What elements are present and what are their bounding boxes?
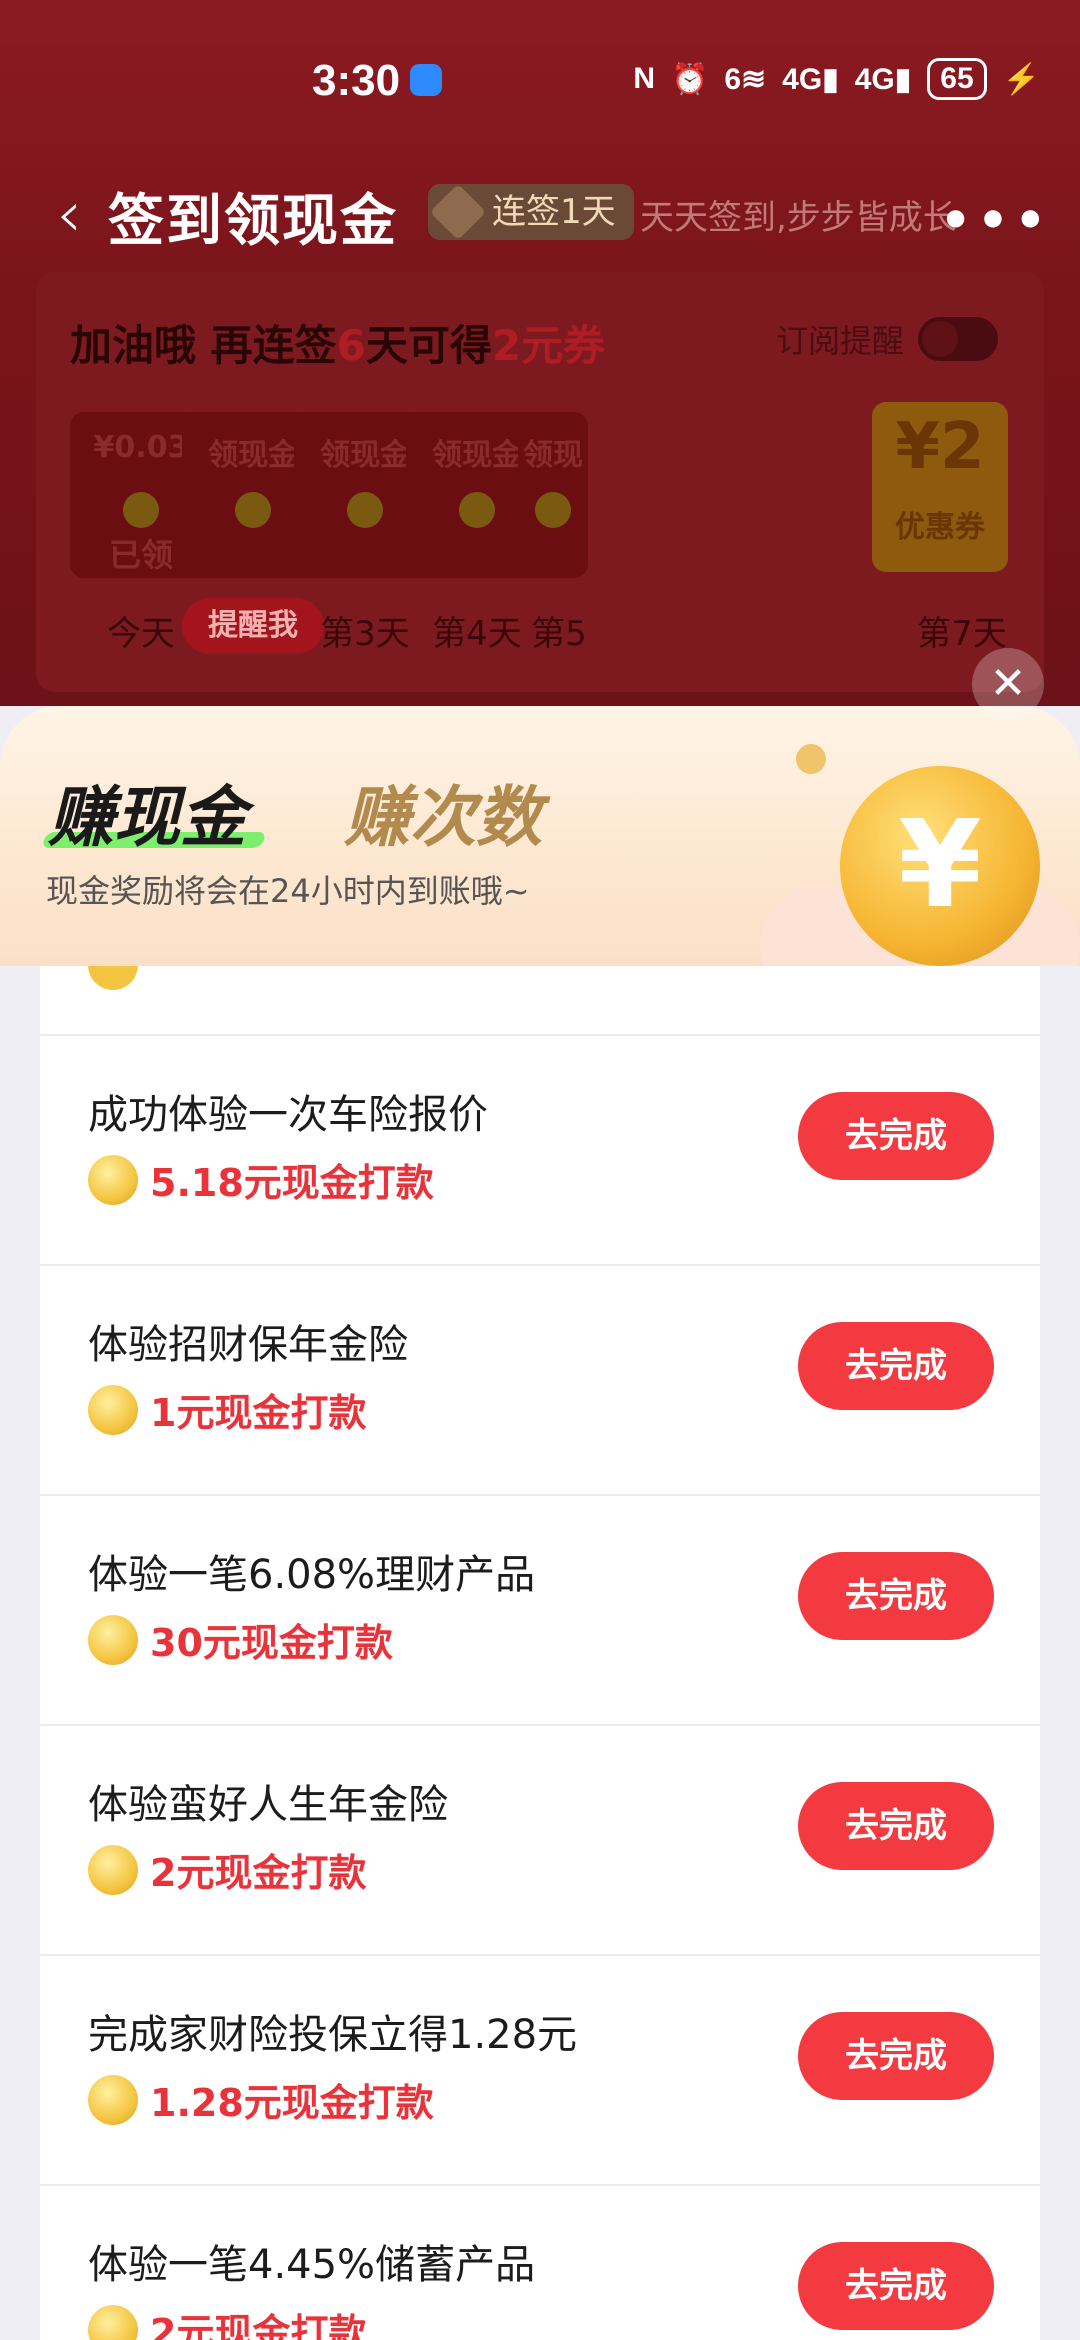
charging-icon: ⚡ [1002, 62, 1040, 96]
coupon-value: ¥2 [895, 410, 985, 484]
slogan: 天天签到,步步皆成长 [640, 198, 957, 238]
task-reward: 2元现金打款 [88, 2302, 366, 2340]
task-row: 成功体验一次车险报价 5.18元现金打款 去完成 [40, 1034, 1040, 1264]
task-title: 体验一笔4.45%储蓄产品 [88, 2242, 536, 2288]
sheet-subtitle: 现金奖励将会在24小时内到账哦~ [46, 872, 530, 910]
status-time: 3:30 [312, 56, 401, 105]
coin-icon [535, 492, 571, 528]
reward-text: 1.28元现金打款 [150, 2081, 434, 2125]
streak-badge-icon [429, 183, 487, 241]
yuan-coin-icon: ¥ [840, 766, 1040, 966]
back-button[interactable]: ‹ [44, 182, 94, 248]
chevron-left-icon: ‹ [56, 178, 82, 252]
background-page: 3:30 N ⏰ 6≋ 4G▮ 4G▮ 65 ⚡ ‹ 签到领现金 连签1天 天天… [0, 0, 1080, 760]
coupon-label: 优惠券 [895, 510, 985, 545]
subscribe-reminder-toggle[interactable] [918, 317, 998, 361]
day-caption-5: 第5 [531, 614, 587, 654]
task-title: 完成家财险投保立得1.28元 [88, 2012, 578, 2058]
coin-icon [88, 2074, 138, 2125]
task-bottom-sheet: 赚现金 赚次数 现金奖励将会在24小时内到账哦~ ¥ 成功体验一次车险报价 5.… [0, 706, 1080, 2340]
reward-text: 1元现金打款 [150, 1391, 367, 1435]
signal-icon-2: 4G▮ [854, 62, 912, 96]
task-row: 体验蛮好人生年金险 2元现金打款 去完成 [40, 1724, 1040, 1954]
task-list: 成功体验一次车险报价 5.18元现金打款 去完成 体验招财保年金险 1元现金打款… [40, 966, 1040, 2340]
task-reward: 5.18元现金打款 [88, 1152, 434, 1207]
sign-headline: 加油哦 再连签6天可得2元券 [70, 312, 605, 373]
signal-icon-1: 4G▮ [782, 62, 839, 96]
close-sheet-button[interactable]: ✕ [972, 648, 1044, 720]
coin-icon [88, 1154, 138, 1205]
go-complete-button[interactable]: 去完成 [798, 1552, 994, 1640]
task-reward: 30元现金打款 [88, 1612, 393, 1667]
task-reward: 1.28元现金打款 [88, 2072, 434, 2127]
wifi-icon: 6≋ [724, 62, 767, 96]
subscribe-reminder-label: 订阅提醒 [775, 322, 904, 360]
page-title: 签到领现金 [108, 189, 398, 254]
battery-icon: 65 [927, 58, 987, 100]
task-row: 体验一笔6.08%理财产品 30元现金打款 去完成 [40, 1494, 1040, 1724]
sign-in-card: 加油哦 再连签6天可得2元券 订阅提醒 ¥0.03 已领 今天 领现金 提醒我 … [36, 272, 1044, 692]
go-complete-button[interactable]: 去完成 [798, 2012, 994, 2100]
streak-label: 连签1天 [492, 192, 616, 232]
coin-icon [347, 492, 383, 528]
reward-text: 5.18元现金打款 [150, 1161, 434, 1205]
go-complete-button[interactable]: 去完成 [798, 2242, 994, 2330]
more-options-button[interactable]: ••• [938, 186, 1050, 256]
tab-earn-times[interactable]: 赚次数 [344, 764, 542, 860]
reward-text: 2元现金打款 [150, 1851, 367, 1895]
close-icon: ✕ [989, 658, 1027, 709]
task-reward: 1元现金打款 [88, 1382, 366, 1437]
task-title: 体验蛮好人生年金险 [88, 1782, 448, 1828]
go-complete-button[interactable]: 去完成 [798, 1782, 994, 1870]
day7-coupon[interactable]: ¥2 优惠券 [872, 402, 1008, 572]
sheet-header: 赚现金 赚次数 现金奖励将会在24小时内到账哦~ ¥ [0, 706, 1080, 966]
reward-text: 30元现金打款 [150, 1621, 393, 1665]
message-notification-icon [410, 64, 442, 96]
day-caption-7: 第7天 [917, 614, 1007, 654]
task-title: 成功体验一次车险报价 [88, 1092, 488, 1138]
coin-icon [88, 2304, 138, 2340]
tab-earn-cash[interactable]: 赚现金 [48, 764, 246, 860]
coin-icon [88, 1384, 138, 1435]
alarm-icon: ⏰ [670, 62, 709, 96]
go-complete-button[interactable]: 去完成 [798, 1092, 994, 1180]
headline-prefix: 加油哦 再连签 [70, 321, 337, 370]
headline-reward: 2元券 [491, 321, 606, 370]
day-card-label: 领现 [523, 438, 583, 473]
day-card-5[interactable]: 领现 [518, 412, 588, 578]
go-complete-button[interactable]: 去完成 [798, 1322, 994, 1410]
coin-icon [459, 492, 495, 528]
status-indicators: N ⏰ 6≋ 4G▮ 4G▮ 65 ⚡ [633, 58, 1040, 100]
coin-icon [88, 1614, 138, 1665]
coin-icon [88, 1844, 138, 1895]
task-title: 体验一笔6.08%理财产品 [88, 1552, 536, 1598]
headline-days: 6 [336, 321, 366, 370]
nfc-icon: N [633, 62, 655, 95]
task-reward: 2元现金打款 [88, 1842, 366, 1897]
task-title: 体验招财保年金险 [88, 1322, 408, 1368]
headline-middle: 天可得 [365, 321, 492, 370]
subscribe-reminder: 订阅提醒 [776, 316, 998, 362]
small-coin-icon [796, 744, 826, 774]
title-bar: ‹ 签到领现金 连签1天 天天签到,步步皆成长 ••• [0, 160, 1080, 270]
task-row: 体验一笔4.45%储蓄产品 2元现金打款 去完成 [40, 2184, 1040, 2340]
coin-icon [88, 966, 138, 990]
task-row: 体验招财保年金险 1元现金打款 去完成 [40, 1264, 1040, 1494]
task-row: 完成家财险投保立得1.28元 1.28元现金打款 去完成 [40, 1954, 1040, 2184]
status-bar: 3:30 N ⏰ 6≋ 4G▮ 4G▮ 65 ⚡ [0, 0, 1080, 160]
reward-text: 2元现金打款 [150, 2311, 367, 2340]
coin-icon [123, 492, 159, 528]
coin-icon [235, 492, 271, 528]
streak-chip: 连签1天 [428, 183, 634, 241]
